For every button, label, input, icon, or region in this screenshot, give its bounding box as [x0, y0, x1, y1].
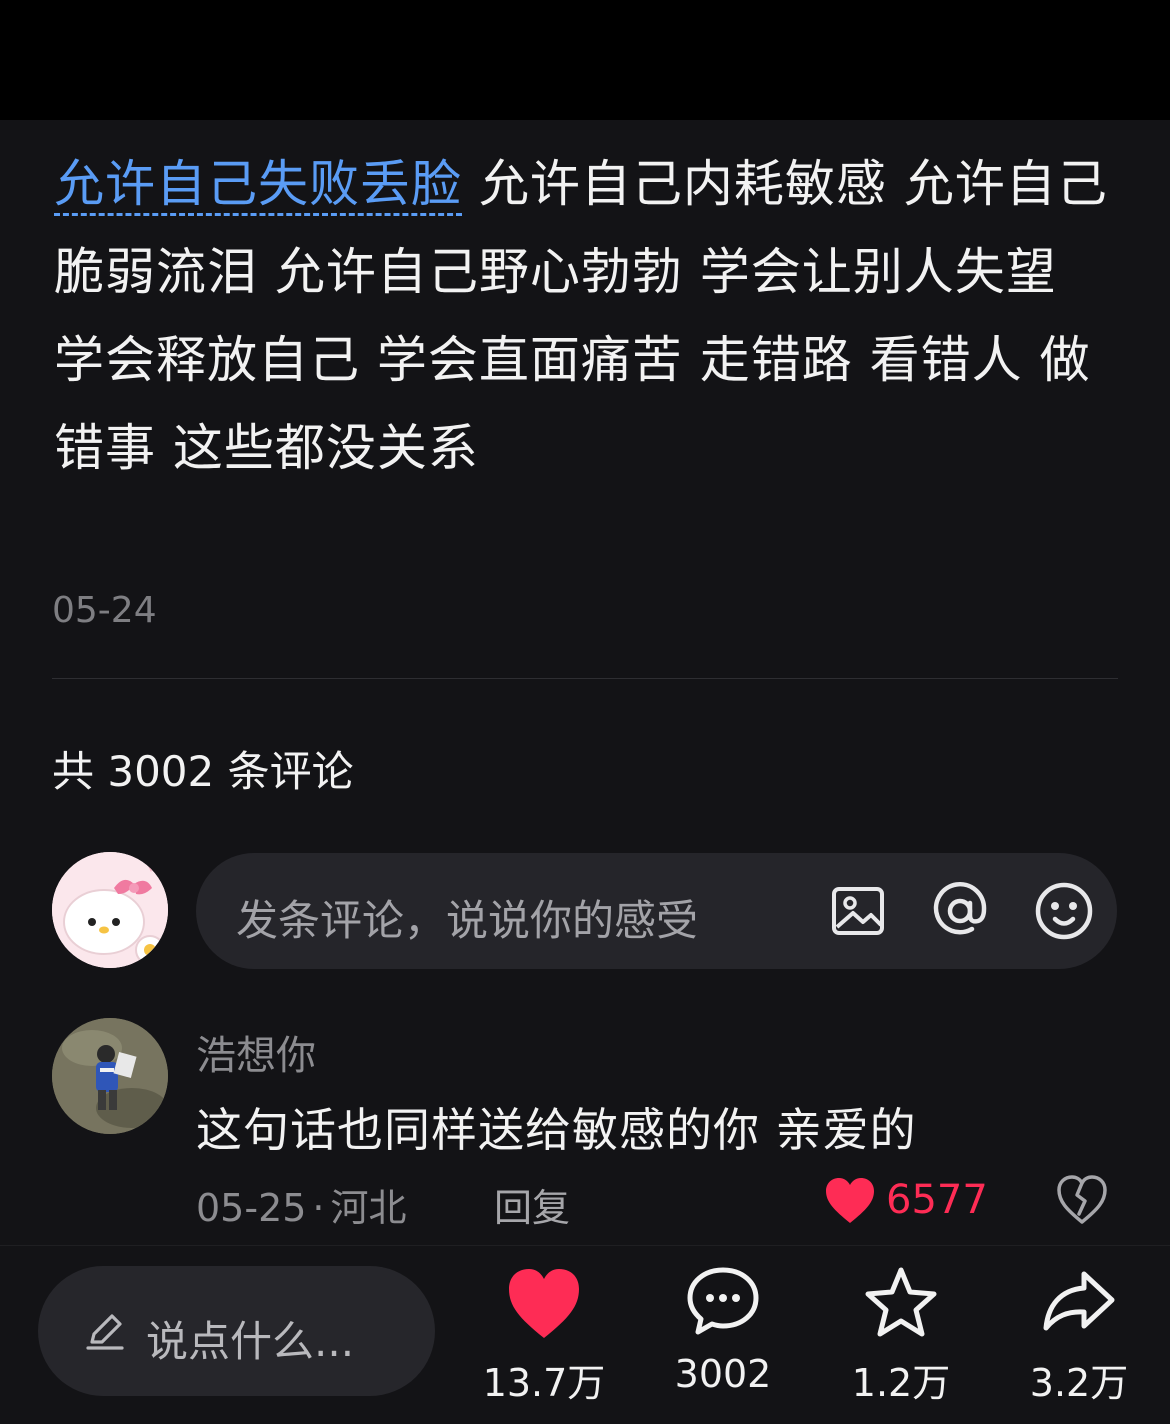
image-icon[interactable]: [828, 881, 888, 941]
reply-button[interactable]: 回复: [494, 1177, 570, 1232]
favorite-count: 1.2万: [851, 1361, 951, 1405]
commenter-avatar[interactable]: [52, 1018, 168, 1134]
say-something-label: 说点什么...: [146, 1317, 355, 1366]
like-button[interactable]: 13.7万: [469, 1264, 619, 1414]
star-icon: [865, 1267, 937, 1337]
comment-button[interactable]: 3002: [648, 1264, 798, 1414]
status-bar-area: [0, 0, 1170, 120]
comment-meta: 05-25 · 河北: [196, 1177, 407, 1232]
emoji-icon[interactable]: [1034, 881, 1094, 941]
comment-like-count: 6577: [886, 1177, 988, 1223]
comment-input-placeholder: 发条评论，说说你的感受: [236, 896, 699, 945]
pen-icon: [86, 1314, 124, 1350]
heart-icon[interactable]: [824, 1176, 876, 1226]
say-something-input[interactable]: 说点什么...: [38, 1266, 435, 1396]
meta-separator: ·: [312, 1186, 325, 1230]
comment-location: 河北: [330, 1186, 407, 1230]
post-hashtag[interactable]: 允许自己失败丢脸: [54, 155, 462, 216]
my-avatar[interactable]: [52, 852, 168, 968]
comment-input[interactable]: 发条评论，说说你的感受: [196, 853, 1117, 969]
post-date: 05-24: [52, 590, 157, 631]
favorite-button[interactable]: 1.2万: [826, 1264, 976, 1414]
post-body: 允许自己失败丢脸 允许自己内耗敏感 允许自己脆弱流泪 允许自己野心勃勃 学会让别…: [54, 140, 1124, 492]
bottom-action-bar: 说点什么... 13.7万 3002 1.2万 3.2万: [0, 1245, 1170, 1424]
comment-text: 这句话也同样送给敏感的你 亲爱的: [196, 1103, 917, 1157]
hello-kitty-avatar-image: [52, 852, 168, 968]
comment-count-heading: 共 3002 条评论: [52, 747, 354, 796]
comment-count: 3002: [674, 1352, 772, 1396]
commenter-avatar-image: [52, 1018, 168, 1134]
divider: [52, 678, 1118, 679]
share-button[interactable]: 3.2万: [1004, 1264, 1154, 1414]
share-count: 3.2万: [1029, 1361, 1129, 1405]
like-count: 13.7万: [482, 1361, 606, 1405]
heart-icon: [509, 1269, 579, 1338]
broken-heart-icon[interactable]: [1056, 1174, 1108, 1226]
comment-bubble-icon: [687, 1267, 759, 1335]
comment-date: 05-25: [196, 1186, 307, 1230]
comment-username[interactable]: 浩想你: [196, 1023, 316, 1081]
at-icon[interactable]: [930, 881, 990, 941]
share-arrow-icon: [1043, 1271, 1115, 1331]
